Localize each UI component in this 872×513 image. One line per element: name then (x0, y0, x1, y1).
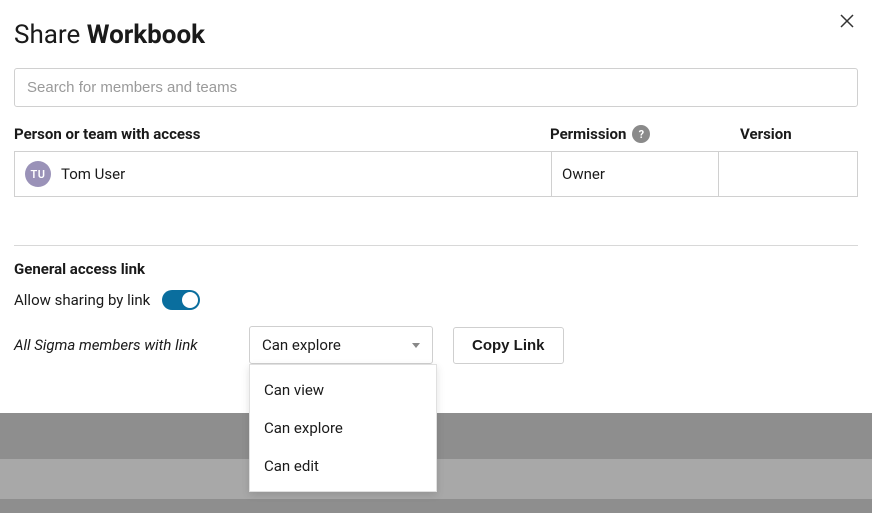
title-subject: Workbook (87, 20, 205, 50)
col-header-permission: Permission ? (550, 125, 730, 151)
avatar: TU (25, 161, 51, 187)
allow-sharing-toggle[interactable] (162, 290, 200, 310)
close-button[interactable] (838, 12, 856, 34)
access-row: TU Tom User Owner (14, 151, 858, 197)
dropdown-option-explore[interactable]: Can explore (250, 409, 436, 447)
dropdown-option-view[interactable]: Can view (250, 371, 436, 409)
dropdown-option-edit[interactable]: Can edit (250, 447, 436, 485)
section-divider (14, 245, 858, 246)
user-name: Tom User (61, 165, 125, 183)
allow-sharing-label: Allow sharing by link (14, 291, 150, 309)
link-permission-row: All Sigma members with link Can explore … (14, 326, 858, 364)
access-row-version-cell (719, 152, 857, 196)
help-icon[interactable]: ? (632, 125, 650, 143)
dialog-title: Share Workbook (14, 20, 858, 50)
link-scope-label: All Sigma members with link (14, 336, 229, 354)
share-dialog: Share Workbook Person or team with acces… (0, 0, 872, 378)
access-row-person-cell: TU Tom User (15, 152, 551, 196)
link-permission-value: Can explore (262, 336, 341, 354)
search-input[interactable] (14, 68, 858, 107)
chevron-down-icon (412, 343, 420, 348)
link-permission-dropdown: Can view Can explore Can edit (249, 364, 437, 492)
close-icon (838, 12, 856, 30)
col-header-permission-label: Permission (550, 125, 626, 143)
permission-value: Owner (562, 165, 605, 183)
link-permission-display[interactable]: Can explore (249, 326, 433, 364)
general-access-heading: General access link (14, 260, 858, 278)
title-prefix: Share (14, 20, 87, 50)
toggle-knob (182, 292, 198, 308)
access-table-header: Person or team with access Permission ? … (14, 125, 858, 151)
access-row-permission-cell[interactable]: Owner (551, 152, 719, 196)
col-header-person: Person or team with access (14, 125, 550, 151)
col-header-version: Version (730, 125, 858, 151)
link-permission-select[interactable]: Can explore Can view Can explore Can edi… (249, 326, 433, 364)
copy-link-button[interactable]: Copy Link (453, 327, 564, 364)
allow-sharing-row: Allow sharing by link (14, 290, 858, 310)
